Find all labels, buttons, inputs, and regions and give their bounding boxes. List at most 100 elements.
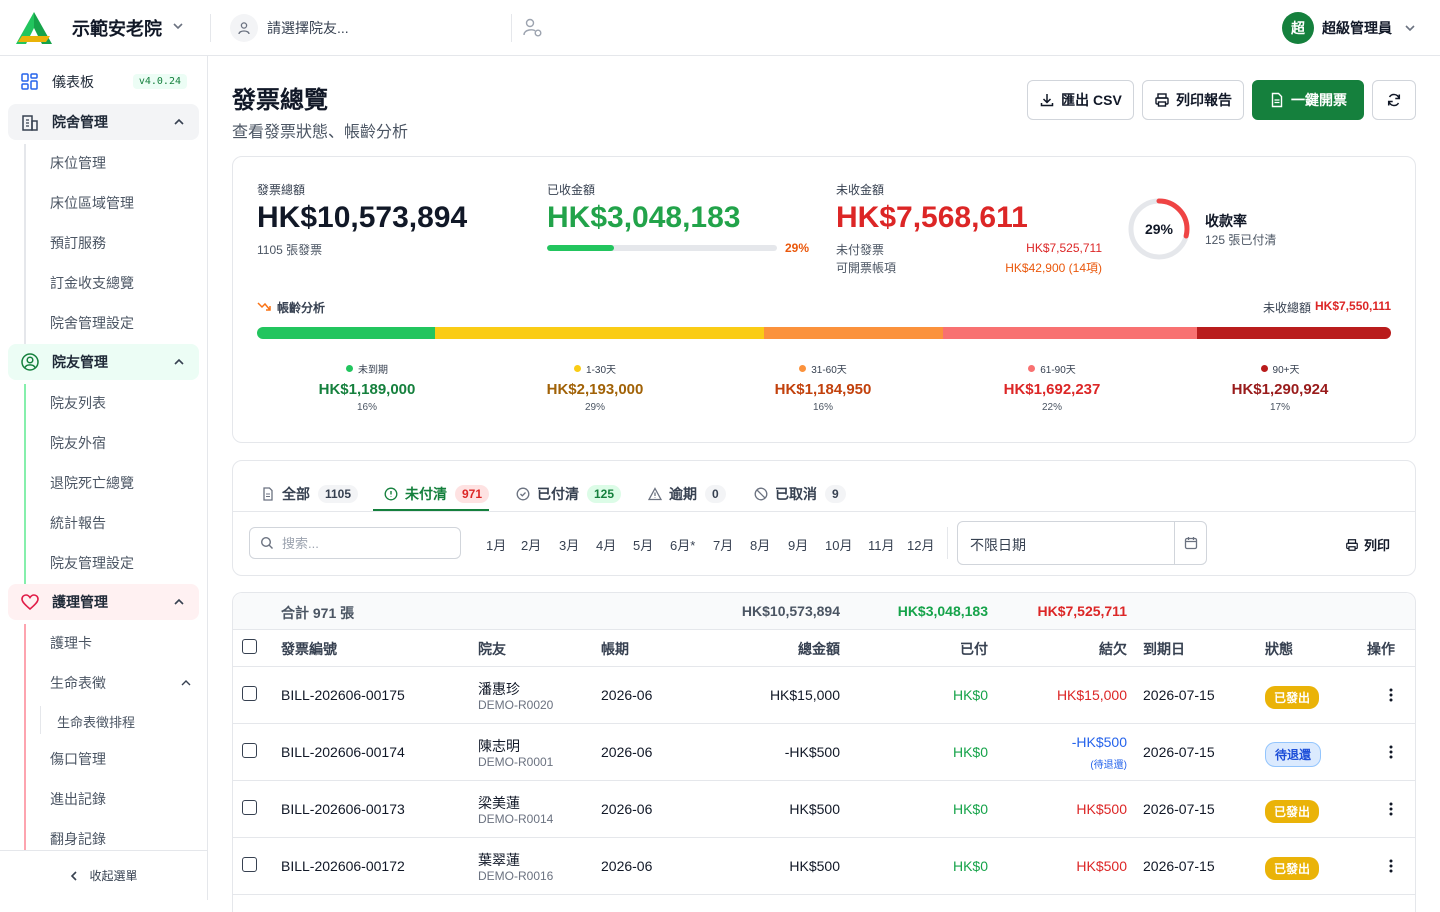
more-icon[interactable]: [1386, 687, 1396, 703]
export-csv-button[interactable]: 匯出 CSV: [1027, 80, 1134, 120]
aging-bucket-value: HK$1,189,000: [318, 381, 416, 398]
tab-overdue[interactable]: 逾期 0: [648, 483, 726, 505]
sidebar-item-resident-list[interactable]: 院友列表: [50, 393, 106, 413]
sidebar-item-wound[interactable]: 傷口管理: [50, 749, 106, 769]
more-icon[interactable]: [1386, 801, 1396, 817]
column-header-balance[interactable]: 結欠: [1007, 639, 1127, 659]
resident-selector[interactable]: 請選擇院友...: [230, 14, 349, 42]
table-row[interactable]: BILL-202606-00174 陳志明 DEMO-R0001 2026-06…: [233, 723, 1415, 780]
column-header-invoice-no[interactable]: 發票編號: [281, 639, 337, 659]
tab-count: 0: [705, 485, 726, 503]
sidebar-item-dashboard[interactable]: 儀表板 v4.0.24: [8, 64, 199, 100]
sidebar-item-reservation[interactable]: 預訂服務: [50, 233, 106, 253]
select-all-checkbox[interactable]: [242, 639, 257, 654]
date-filter[interactable]: 不限日期: [957, 521, 1207, 565]
collection-rate-ring: 29%: [1128, 198, 1190, 260]
invoice-no[interactable]: BILL-202606-00172: [281, 858, 405, 874]
row-checkbox[interactable]: [242, 686, 257, 701]
aging-segment: [257, 327, 436, 339]
search-input[interactable]: [282, 535, 452, 551]
sidebar-item-bed-management[interactable]: 床位管理: [50, 153, 106, 173]
table-row[interactable]: BILL-202606-00173 梁美蓮 DEMO-R0014 2026-06…: [233, 780, 1415, 837]
date-filter-value: 不限日期: [970, 537, 1026, 553]
chevron-up-icon[interactable]: [180, 677, 192, 689]
month-filter[interactable]: 1月: [486, 535, 506, 554]
sidebar-group-facility[interactable]: 院舍管理: [8, 104, 199, 140]
tab-unpaid[interactable]: 未付清 971: [384, 483, 490, 505]
org-name[interactable]: 示範安老院: [72, 15, 162, 41]
resident-name: 葉翠蓮: [478, 852, 520, 868]
month-filter[interactable]: 10月: [825, 535, 852, 554]
invoice-no[interactable]: BILL-202606-00173: [281, 801, 405, 817]
sidebar-group-nursing[interactable]: 護理管理: [8, 584, 199, 620]
total-label: 發票總額: [257, 183, 306, 197]
calendar-icon[interactable]: [1184, 536, 1198, 550]
tab-all[interactable]: 全部 1105: [261, 483, 359, 505]
collapse-menu-button[interactable]: 收起選單: [0, 850, 207, 900]
column-header-resident[interactable]: 院友: [478, 639, 506, 659]
month-filter[interactable]: 5月: [633, 535, 653, 554]
sidebar-item-statistics[interactable]: 統計報告: [50, 513, 106, 533]
month-filter[interactable]: 2月: [521, 535, 541, 554]
row-checkbox[interactable]: [242, 857, 257, 872]
tab-paid[interactable]: 已付清 125: [516, 483, 622, 505]
sidebar-item-in-out[interactable]: 進出記錄: [50, 789, 106, 809]
aging-bucket-value: HK$1,290,924: [1231, 381, 1329, 398]
more-icon[interactable]: [1386, 744, 1396, 760]
month-filter[interactable]: 7月: [713, 535, 733, 554]
collection-rate-label: 收款率: [1205, 213, 1247, 229]
invoice-no[interactable]: BILL-202606-00174: [281, 744, 405, 760]
aging-segment: [435, 327, 765, 339]
sidebar-item-discharge[interactable]: 退院死亡總覽: [50, 473, 134, 493]
unpaid-invoices-label: 未付發票: [836, 243, 885, 257]
more-icon[interactable]: [1386, 858, 1396, 874]
search-box[interactable]: [249, 527, 461, 559]
month-filter[interactable]: 12月: [907, 535, 934, 554]
sidebar-item-care-card[interactable]: 護理卡: [50, 633, 92, 653]
legend-dot: [1028, 365, 1036, 372]
sidebar-item-turning[interactable]: 翻身記錄: [50, 829, 106, 849]
sidebar-item-vital-signs[interactable]: 生命表徵: [50, 673, 106, 693]
sidebar-group-residents[interactable]: 院友管理: [8, 344, 199, 380]
sidebar-item-resident-settings[interactable]: 院友管理設定: [50, 553, 134, 573]
tab-cancelled[interactable]: 已取消 9: [754, 483, 846, 505]
month-filter[interactable]: 3月: [559, 535, 579, 554]
user-menu[interactable]: 超 超級管理員: [1282, 12, 1416, 44]
table-row[interactable]: BILL-202606-00172 葉翠蓮 DEMO-R0016 2026-06…: [233, 837, 1415, 894]
sidebar-item-bed-area[interactable]: 床位區域管理: [50, 193, 134, 213]
print-button[interactable]: 列印: [1345, 535, 1390, 554]
legend-dot: [346, 365, 353, 372]
total-amount: HK$500: [789, 858, 840, 874]
sidebar-item-facility-settings[interactable]: 院舍管理設定: [50, 313, 134, 333]
column-header-period[interactable]: 帳期: [601, 639, 629, 659]
paid-amount: HK$0: [952, 801, 988, 817]
month-filter[interactable]: 9月: [788, 535, 808, 554]
avatar: 超: [1282, 12, 1314, 44]
invoice-no[interactable]: BILL-202606-00175: [281, 687, 405, 703]
paid-amount: HK$0: [952, 687, 988, 703]
row-checkbox[interactable]: [242, 743, 257, 758]
column-header-amount[interactable]: 總金額: [653, 639, 840, 659]
sidebar-item-deposit[interactable]: 訂金收支總覽: [50, 273, 134, 293]
sidebar-item-resident-leave[interactable]: 院友外宿: [50, 433, 106, 453]
chevron-down-icon[interactable]: [172, 20, 184, 32]
tab-count: 9: [825, 485, 846, 503]
one-click-invoice-button[interactable]: 一鍵開票: [1252, 80, 1364, 120]
sidebar-item-vital-schedule[interactable]: 生命表徵排程: [57, 712, 135, 731]
column-header-paid[interactable]: 已付: [873, 639, 988, 659]
month-filter[interactable]: 8月: [750, 535, 770, 554]
user-settings-icon[interactable]: [522, 17, 544, 39]
row-checkbox[interactable]: [242, 800, 257, 815]
month-filter[interactable]: 6月*: [670, 535, 695, 554]
column-header-status[interactable]: 狀態: [1265, 639, 1293, 659]
month-filter[interactable]: 11月: [868, 535, 895, 554]
print-report-button[interactable]: 列印報告: [1142, 80, 1244, 120]
submenu-line: [24, 384, 26, 584]
refresh-button[interactable]: [1372, 80, 1416, 120]
ban-icon: [754, 487, 768, 501]
column-header-due-date[interactable]: 到期日: [1143, 639, 1185, 659]
aging-bucket-label: 61-90天: [1040, 365, 1076, 376]
month-filter[interactable]: 4月: [596, 535, 616, 554]
table-row[interactable]: BILL-202606-00175 潘惠珍 DEMO-R0020 2026-06…: [233, 666, 1415, 723]
chevron-left-icon: [71, 870, 78, 881]
